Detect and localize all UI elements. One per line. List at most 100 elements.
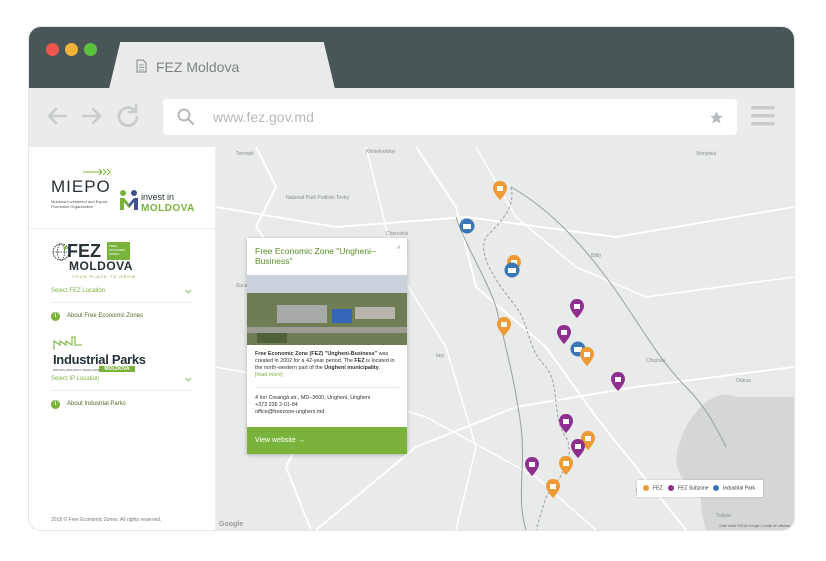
invest-text: invest in — [141, 192, 175, 202]
page-content: MIEPO Moldova Investment and Export Prom… — [29, 147, 794, 530]
forward-arrow-icon[interactable] — [79, 103, 105, 129]
select-fez-dropdown[interactable]: Select FEZ Location — [51, 288, 192, 302]
map-view[interactable]: Ternopil Khmelnytskyi Vinnytsia National Pa… — [216, 147, 794, 530]
industrial-parks-badge: MOLDOVA — [99, 366, 135, 372]
road — [216, 206, 794, 239]
fez-subzone-marker[interactable] — [557, 325, 571, 344]
sidebar: MIEPO Moldova Investment and Export Prom… — [29, 147, 216, 530]
map-attribution[interactable]: Date hartă ©2018 Google Condiții de util… — [720, 524, 790, 528]
moldova-border — [510, 186, 727, 448]
map-place-label: Odesa — [736, 378, 751, 384]
chevron-down-icon — [185, 289, 192, 294]
industrial-parks-subtitle: DRIVING INDUSTRY DEVELOPMENT — [53, 368, 106, 372]
map-place-label: Tulcea — [716, 513, 731, 519]
popup-desc-strong: FEZ — [354, 358, 365, 364]
map-place-label: Khmelnytskyi — [366, 149, 395, 155]
popup-email[interactable]: office@freezone-ungheni.md — [255, 409, 401, 416]
map-place-label: Iași — [436, 353, 444, 359]
bookmark-star-icon[interactable] — [709, 110, 724, 125]
about-ip-text: About Industrial Parks — [67, 401, 126, 407]
fez-marker-icon — [643, 485, 649, 491]
popup-desc-strong: Free Economic Zone (FEZ) "Ungheni-Busine… — [255, 351, 378, 357]
popup-desc-strong: Ungheni municipality — [324, 365, 379, 371]
browser-window: FEZ Moldova www.fez.gov.md MIEPO Moldova… — [29, 27, 794, 530]
road — [475, 147, 794, 298]
document-icon — [136, 59, 147, 73]
read-more-link[interactable]: [read more] — [255, 372, 283, 378]
info-icon: i — [51, 312, 60, 321]
legend-industrial-park: Industrial Park — [713, 485, 755, 491]
legend-fez-label: FEZ — [653, 485, 663, 492]
fez-logo-badge: FREE ECONOMIC ZONES — [107, 242, 130, 260]
industrial-park-marker-icon — [713, 485, 719, 491]
fez-subzone-marker[interactable] — [570, 299, 584, 318]
legend-subzone: FEZ Subzone — [668, 485, 709, 491]
miepo-subtitle: Moldova Investment and Export Promotion … — [51, 199, 108, 209]
legend-subzone-label: FEZ Subzone — [678, 485, 709, 492]
industrial-park-marker[interactable] — [459, 218, 475, 234]
select-ip-dropdown[interactable]: Select IP Location — [51, 376, 192, 390]
fez-marker[interactable] — [559, 456, 573, 475]
hamburger-menu-icon[interactable] — [751, 105, 775, 127]
map-place-label: Bălți — [591, 253, 601, 259]
url-text: www.fez.gov.md — [213, 109, 314, 125]
fez-marker[interactable] — [580, 347, 594, 366]
google-logo: Google — [219, 521, 244, 528]
miepo-arrows-icon — [83, 168, 111, 176]
reload-icon[interactable] — [115, 103, 141, 129]
miepo-logo[interactable]: MIEPO — [51, 177, 111, 197]
view-website-button[interactable]: View website → — [247, 427, 407, 454]
about-fez-text: About Free Economic Zones — [67, 313, 144, 319]
map-place-label: Chișinău — [646, 358, 666, 364]
minimize-window-button[interactable] — [65, 43, 78, 56]
popup-desc-text: . — [378, 365, 381, 371]
select-fez-label: Select FEZ Location — [51, 288, 106, 294]
fez-info-popup: Free Economic Zone "Ungheni–Business" × … — [247, 238, 407, 454]
fez-subzone-marker[interactable] — [571, 439, 585, 458]
divider — [51, 390, 192, 391]
copyright-footer: 2018 © Free Economic Zones. All rights r… — [51, 517, 162, 523]
back-arrow-icon[interactable] — [44, 103, 70, 129]
close-window-button[interactable] — [46, 43, 59, 56]
moldova-border — [483, 186, 570, 530]
close-icon[interactable]: × — [396, 243, 401, 252]
chevron-down-icon — [185, 377, 192, 382]
fez-marker[interactable] — [497, 317, 511, 336]
select-ip-label: Select IP Location — [51, 376, 100, 382]
partner-logos: MIEPO Moldova Investment and Export Prom… — [29, 147, 216, 229]
map-place-label: Chernivtsi — [386, 231, 408, 237]
divider — [255, 387, 399, 388]
popup-address: 4 Ion Creangă str., MD–3600, Ungheni, Un… — [255, 395, 371, 401]
title-bar: FEZ Moldova — [29, 27, 794, 89]
map-place-label: National Park Podilski Tovtry — [286, 195, 350, 201]
legend-fez: FEZ — [643, 485, 662, 491]
map-legend: FEZ FEZ Subzone Industrial Park — [637, 480, 763, 497]
popup-phone: +373 236 2-01-84 — [255, 402, 298, 408]
road — [415, 147, 687, 530]
fez-subzone-marker[interactable] — [559, 414, 573, 433]
legend-industrial-park-label: Industrial Park — [723, 485, 755, 492]
industrial-park-marker[interactable] — [504, 262, 520, 278]
invest-moldova-text: MOLDOVA — [141, 203, 195, 214]
popup-title: Free Economic Zone "Ungheni–Business" — [255, 246, 376, 266]
tab-title: FEZ Moldova — [156, 59, 240, 75]
popup-contact: 4 Ion Creangă str., MD–3600, Ungheni, Un… — [255, 395, 401, 416]
address-bar[interactable]: www.fez.gov.md — [163, 99, 737, 135]
invest-moldova-icon[interactable] — [119, 189, 139, 211]
fez-logo-country: MOLDOVA — [69, 259, 133, 273]
fez-subzone-marker[interactable] — [611, 372, 625, 391]
info-icon: i — [51, 400, 60, 409]
subzone-marker-icon — [668, 485, 674, 491]
fez-marker[interactable] — [546, 479, 560, 498]
map-place-label: Vinnytsia — [696, 151, 716, 157]
fez-aerial-photo — [247, 275, 407, 345]
search-icon — [177, 108, 195, 126]
divider — [51, 302, 192, 303]
industrial-parks-logo: Industrial Parks — [53, 352, 146, 367]
industrial-parks-logo-icon — [53, 336, 82, 350]
fez-subzone-marker[interactable] — [525, 457, 539, 476]
fez-logo-tagline: YOUR PLACE TO GROW — [72, 274, 137, 279]
maximize-window-button[interactable] — [84, 43, 97, 56]
popup-description: Free Economic Zone (FEZ) "Ungheni-Busine… — [255, 351, 401, 379]
map-place-label: Ternopil — [236, 151, 254, 157]
